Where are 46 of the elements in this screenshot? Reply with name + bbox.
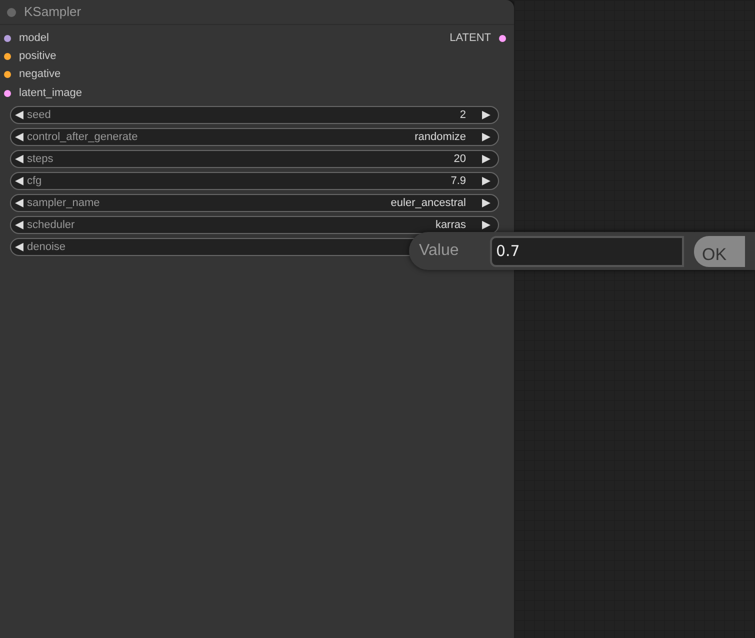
widget-field[interactable]: ◀ seed 2 ▶	[10, 106, 499, 124]
decrement-arrow[interactable]: ◀	[15, 194, 23, 212]
widget-field[interactable]: ◀ control_after_generate randomize ▶	[10, 128, 499, 146]
widget-field[interactable]: ◀ steps 20 ▶	[10, 150, 499, 168]
collapse-dot-icon[interactable]	[7, 8, 16, 16]
node-title: KSampler	[24, 3, 82, 22]
increment-arrow[interactable]: ▶	[482, 172, 490, 190]
input-slot-dot[interactable]	[4, 71, 11, 78]
increment-arrow[interactable]: ▶	[482, 150, 490, 168]
widget-label: steps	[27, 152, 54, 167]
widget-label: seed	[27, 108, 51, 123]
widget-value: 2	[460, 108, 466, 123]
widget-value: randomize	[414, 130, 466, 145]
decrement-arrow[interactable]: ◀	[15, 172, 23, 190]
decrement-arrow[interactable]: ◀	[15, 216, 23, 234]
widget-value: 7.9	[450, 174, 466, 189]
input-label: positive	[19, 49, 56, 64]
widget-field[interactable]: ◀ scheduler karras ▶	[10, 216, 499, 234]
widget-label: sampler_name	[27, 196, 100, 211]
increment-arrow[interactable]: ▶	[482, 194, 490, 212]
widget-field[interactable]: ◀ sampler_name euler_ancestral ▶	[10, 194, 499, 212]
increment-arrow[interactable]: ▶	[482, 128, 490, 146]
decrement-arrow[interactable]: ◀	[15, 128, 23, 146]
input-label: latent_image	[19, 86, 82, 101]
decrement-arrow[interactable]: ◀	[15, 238, 23, 256]
input-label: negative	[19, 67, 61, 82]
widget-label: denoise	[27, 240, 66, 255]
widget-field[interactable]: ◀ cfg 7.9 ▶	[10, 172, 499, 190]
decrement-arrow[interactable]: ◀	[15, 150, 23, 168]
widget-value: euler_ancestral	[390, 196, 466, 211]
input-slot-dot[interactable]	[4, 90, 11, 97]
output-label: LATENT	[450, 30, 491, 46]
input-slot-dot[interactable]	[4, 34, 11, 42]
increment-arrow[interactable]: ▶	[482, 106, 490, 124]
widget-label: cfg	[27, 174, 42, 189]
widget-value: 20	[454, 152, 466, 167]
decrement-arrow[interactable]: ◀	[15, 106, 23, 124]
increment-arrow[interactable]: ▶	[482, 216, 490, 234]
input-label: model	[19, 30, 49, 46]
widget-label: control_after_generate	[27, 130, 138, 145]
widget-label: scheduler	[27, 218, 75, 233]
widget-value: karras	[435, 218, 466, 233]
value-input[interactable]: 0.7	[490, 236, 684, 266]
output-slot-dot[interactable]	[499, 34, 506, 42]
ok-button[interactable]: OK	[694, 236, 745, 266]
input-slot-dot[interactable]	[4, 52, 11, 60]
